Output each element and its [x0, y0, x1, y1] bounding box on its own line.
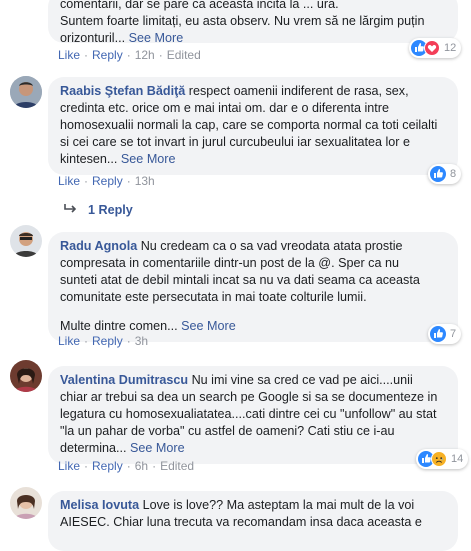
comment-text-line: chiar ar trebui sa dea un search pe Goog…	[60, 390, 438, 404]
edited-label[interactable]: Edited	[167, 48, 201, 62]
see-more-link[interactable]: See More	[129, 31, 184, 45]
comment-actions: Like · Reply · 13h	[58, 174, 155, 188]
timestamp[interactable]: 3h	[135, 334, 148, 348]
comment-author[interactable]: Melisa Iovuta	[60, 498, 139, 512]
reaction-count: 12	[444, 42, 457, 54]
like-button[interactable]: Like	[58, 459, 80, 473]
comment-text-line: Suntem foarte limitați, eu asta observ. …	[60, 14, 425, 28]
comment-text-line: comentarii, dar se pare ca aceasta incit…	[60, 0, 339, 11]
comment-text-line: Love is love?? Ma asteptam la mai mult d…	[139, 498, 415, 512]
avatar[interactable]	[10, 360, 42, 392]
reply-arrow-icon	[64, 203, 78, 217]
avatar[interactable]	[10, 487, 42, 519]
reply-button[interactable]: Reply	[92, 334, 123, 348]
reaction-count: 14	[451, 453, 464, 465]
comment-bubble: Melisa Iovuta Love is love?? Ma asteptam…	[48, 491, 458, 551]
comment-actions: Like · Reply · 6h · Edited	[58, 459, 195, 473]
like-icon	[430, 326, 446, 342]
comment-author[interactable]: Radu Agnola	[60, 239, 137, 253]
comment-text-line: legatura cu homosexualiatatea....cati di…	[60, 407, 437, 421]
avatar[interactable]	[10, 76, 42, 108]
reaction-summary[interactable]: 14	[416, 449, 469, 469]
edited-label[interactable]: Edited	[160, 459, 194, 473]
reaction-summary[interactable]: 8	[428, 164, 462, 184]
comment-bubble: Valentina Dumitrascu Nu imi vine sa cred…	[48, 366, 458, 464]
like-button[interactable]: Like	[58, 174, 80, 188]
reply-button[interactable]: Reply	[92, 459, 123, 473]
view-replies-link[interactable]: 1 Reply	[64, 203, 133, 217]
comment-text-line: sunteti atat de debil mintali incat sa n…	[60, 273, 420, 287]
comment-text-line: comunitate este persecutata in mai toate…	[60, 290, 367, 304]
see-more-link[interactable]: See More	[130, 441, 185, 455]
comment-text-line: orizonturil...	[60, 31, 126, 45]
love-icon	[424, 40, 440, 56]
comment-text-line: compresata in comentariile dintr-un post…	[60, 256, 399, 270]
comment-text-line: AIESEC. Chiar luna trecuta va recomandam…	[60, 515, 422, 529]
comment-text-line: kintesen...	[60, 152, 118, 166]
avatar[interactable]	[10, 225, 42, 257]
reply-button[interactable]: Reply	[92, 48, 123, 62]
timestamp[interactable]: 6h	[135, 459, 148, 473]
like-button[interactable]: Like	[58, 334, 80, 348]
comment-text-line: credinta etc. orice om e mai intai om. d…	[60, 101, 389, 115]
see-more-link[interactable]: See More	[121, 152, 176, 166]
comment-actions: Like · Reply · 3h	[58, 334, 149, 348]
comment-text-line: homosexualii normali la cap, care se com…	[60, 118, 438, 132]
reaction-count: 7	[450, 328, 457, 340]
comment-text-line: si cei care se tot invart in jurul curcu…	[60, 135, 410, 149]
comment-text-line: Multe dintre comen...	[60, 319, 178, 333]
like-button[interactable]: Like	[58, 48, 80, 62]
timestamp[interactable]: 12h	[135, 48, 155, 62]
comment-text-line: Nu credeam ca o sa vad vreodata atata pr…	[137, 239, 403, 253]
reaction-summary[interactable]: 7	[428, 324, 462, 344]
comment-text-line: Nu imi vine sa cred ce vad pe aici....un…	[188, 373, 413, 387]
comment-text-line: "la un pahar de vorba" cu astfel de oame…	[60, 424, 395, 438]
reaction-count: 8	[450, 168, 457, 180]
like-icon	[430, 166, 446, 182]
see-more-link[interactable]: See More	[181, 319, 236, 333]
timestamp[interactable]: 13h	[135, 174, 155, 188]
reply-button[interactable]: Reply	[92, 174, 123, 188]
replies-count-label[interactable]: 1 Reply	[88, 203, 133, 217]
comment-bubble: Radu Agnola Nu credeam ca o sa vad vreod…	[48, 232, 458, 342]
comment-bubble: comentarii, dar se pare ca aceasta incit…	[48, 0, 458, 45]
comment-author[interactable]: Valentina Dumitrascu	[60, 373, 188, 387]
reaction-summary[interactable]: 12	[409, 38, 462, 58]
comment-author[interactable]: Raabis Ştefan Bădiţă	[60, 84, 185, 98]
sad-icon	[431, 451, 447, 467]
comment-text-line: respect oamenii indiferent de rasa, sex,	[185, 84, 409, 98]
comment-text-line: determina...	[60, 441, 127, 455]
comment-bubble: Raabis Ştefan Bădiţă respect oamenii ind…	[48, 77, 458, 175]
comment-actions: Like · Reply · 12h · Edited	[58, 48, 201, 62]
